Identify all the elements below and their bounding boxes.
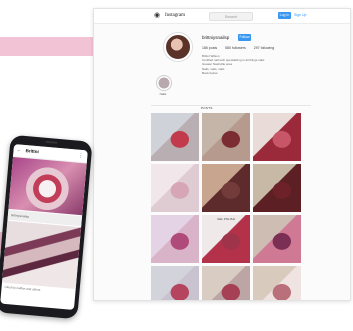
phone-mockup: ← Brittni ⋮ brittniysnailsp Liked by nai… — [0, 134, 93, 320]
bio-line: Book below — [202, 70, 218, 75]
desktop-profile-window: ◉ Instagram Search Log In Sign Up brittn… — [93, 8, 351, 301]
photo-tile[interactable] — [202, 164, 250, 212]
profile-stats: 186 posts 580 followers 297 following — [202, 46, 281, 51]
story-highlight-label: Nails — [159, 92, 167, 96]
photo-tile[interactable] — [202, 266, 250, 300]
phone-post-image[interactable] — [1, 220, 82, 290]
phone-post-image[interactable] — [8, 157, 87, 216]
phone-speaker — [45, 140, 58, 144]
photo-tile[interactable] — [151, 215, 199, 263]
tabs-divider — [151, 105, 311, 106]
follow-button[interactable]: Follow — [238, 34, 251, 41]
tab-posts[interactable]: POSTS — [201, 106, 213, 110]
photo-tile[interactable] — [202, 113, 250, 161]
search-input[interactable]: Search — [209, 12, 253, 21]
login-button[interactable]: Log In — [278, 12, 291, 19]
photo-tile[interactable] — [253, 164, 301, 212]
photo-tile[interactable]: GEL POLISH — [202, 215, 250, 263]
photo-tile[interactable] — [151, 164, 199, 212]
profile-avatar — [164, 33, 192, 61]
following-count[interactable]: 297 following — [254, 46, 274, 50]
photo-tile[interactable] — [151, 266, 199, 300]
phone-screen: ← Brittni ⋮ brittniysnailsp Liked by nai… — [0, 144, 88, 310]
instagram-camera-icon[interactable]: ◉ — [154, 11, 160, 20]
brand-logo-text[interactable]: Instagram — [165, 12, 185, 20]
photo-tile[interactable] — [151, 113, 199, 161]
photo-tile[interactable] — [253, 215, 301, 263]
photo-tile[interactable] — [253, 266, 301, 300]
profile-username: brittniysnailsp — [202, 35, 230, 40]
back-arrow-icon[interactable]: ← — [16, 146, 22, 154]
phone-title: Brittni — [25, 148, 40, 155]
profile-bio: Brittni Wilson Certified nail tech speci… — [202, 54, 322, 75]
tile-caption: GEL POLISH — [217, 217, 235, 221]
story-highlight[interactable] — [156, 75, 172, 91]
top-navigation-bar: ◉ Instagram Search Log In Sign Up — [94, 9, 350, 24]
posts-count[interactable]: 186 posts — [202, 46, 217, 50]
more-dots-icon[interactable]: ⋮ — [78, 152, 84, 160]
followers-count[interactable]: 580 followers — [225, 46, 246, 50]
photo-tile[interactable] — [253, 113, 301, 161]
signup-link[interactable]: Sign Up — [294, 12, 306, 19]
